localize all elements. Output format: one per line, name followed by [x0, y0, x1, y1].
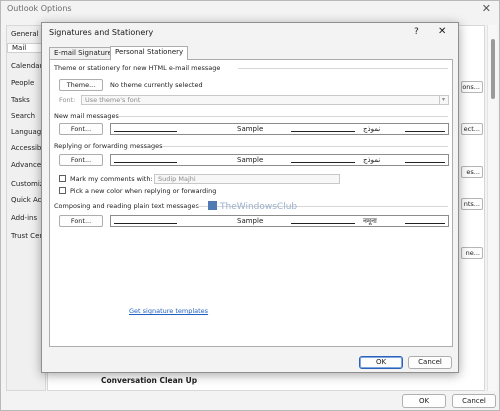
section-heading: Composing and reading plain text message… — [54, 202, 199, 210]
section-heading: Theme or stationery for new HTML e-mail … — [54, 64, 221, 72]
signature-templates-link[interactable]: Get signature templates — [129, 307, 208, 315]
sample-text-rtl: نموذج — [363, 156, 381, 164]
reply-font-button[interactable]: Font... — [59, 154, 103, 166]
sample-underline — [114, 223, 177, 224]
sample-underline — [291, 223, 355, 224]
sample-underline — [291, 131, 355, 132]
sample-underline — [405, 131, 445, 132]
plain-text-font-sample: Sample नमूना — [110, 215, 449, 227]
sample-text: Sample — [237, 125, 264, 133]
sample-text: Sample — [237, 217, 264, 225]
sidebar-item-search[interactable]: Search — [11, 112, 35, 120]
sidebar-item-accessibility[interactable]: Accessibi — [11, 144, 43, 152]
tab-personal-stationery[interactable]: Personal Stationery — [110, 46, 189, 60]
options-scrollbar[interactable] — [487, 25, 497, 391]
outer-cancel-button[interactable]: Cancel — [452, 394, 496, 408]
sample-underline — [114, 131, 177, 132]
options-sidebar: General Mail Calendar People Tasks Searc… — [6, 25, 47, 391]
sample-underline — [405, 223, 445, 224]
tab-email-signature[interactable]: E-mail Signature — [49, 47, 117, 59]
mark-comments-input[interactable]: Sudip Majhi — [154, 174, 340, 184]
section-heading: Replying or forwarding messages — [54, 142, 163, 150]
watermark-text: TheWindowsClub — [220, 202, 298, 212]
plain-text-font-button[interactable]: Font... — [59, 215, 103, 227]
chevron-down-icon: ▾ — [439, 96, 447, 104]
watermark-logo-icon — [208, 201, 217, 210]
font-label: Font: — [59, 96, 76, 104]
scrollbar-thumb[interactable] — [491, 39, 495, 99]
background-button[interactable]: ect... — [461, 123, 483, 135]
divider — [162, 146, 448, 147]
sample-text-rtl: نموذج — [363, 125, 381, 133]
section-heading: New mail messages — [54, 112, 119, 120]
sidebar-item-general[interactable]: General — [11, 30, 39, 38]
sidebar-item-customize[interactable]: Customiz — [11, 180, 43, 188]
sample-text-devanagari: नमूना — [363, 217, 377, 225]
ok-button[interactable]: OK — [359, 356, 403, 369]
dialog-title: Signatures and Stationery — [49, 28, 154, 37]
background-button[interactable]: ons... — [461, 81, 483, 93]
signatures-dialog: Signatures and Stationery ? ✕ E-mail Sig… — [41, 22, 459, 373]
sidebar-item-mail[interactable]: Mail — [7, 43, 45, 53]
close-icon[interactable]: ✕ — [438, 26, 446, 37]
watermark: TheWindowsClub — [208, 201, 297, 212]
mark-comments-label: Mark my comments with: — [70, 175, 153, 183]
new-color-label: Pick a new color when replying or forwar… — [70, 187, 217, 195]
sample-text: Sample — [237, 156, 264, 164]
sidebar-item-add-ins[interactable]: Add-ins — [11, 214, 37, 222]
sample-underline — [114, 162, 177, 163]
sample-underline — [405, 162, 445, 163]
section-heading: Conversation Clean Up — [101, 376, 198, 385]
theme-button[interactable]: Theme... — [59, 79, 103, 91]
background-button[interactable]: nts... — [461, 198, 483, 210]
theme-font-value: Use theme's font — [85, 96, 141, 104]
background-button[interactable]: es... — [461, 166, 483, 178]
theme-font-select[interactable]: Use theme's font ▾ — [81, 95, 449, 105]
new-color-checkbox[interactable] — [59, 187, 66, 194]
window-title: Outlook Options — [7, 4, 72, 13]
theme-status: No theme currently selected — [110, 81, 203, 89]
outer-ok-button[interactable]: OK — [402, 394, 446, 408]
sample-underline — [291, 162, 355, 163]
sidebar-item-tasks[interactable]: Tasks — [11, 96, 30, 104]
close-icon[interactable]: ✕ — [482, 2, 491, 15]
new-mail-font-button[interactable]: Font... — [59, 123, 103, 135]
mark-comments-checkbox[interactable] — [59, 175, 66, 182]
divider — [238, 68, 448, 69]
sidebar-item-calendar[interactable]: Calendar — [11, 62, 42, 70]
help-icon[interactable]: ? — [414, 27, 419, 37]
background-button[interactable]: ne... — [461, 247, 483, 259]
new-mail-font-sample: Sample نموذج — [110, 123, 449, 135]
cancel-button[interactable]: Cancel — [408, 356, 452, 369]
divider — [118, 116, 448, 117]
reply-font-sample: Sample نموذج — [110, 154, 449, 166]
sidebar-item-people[interactable]: People — [11, 79, 34, 87]
